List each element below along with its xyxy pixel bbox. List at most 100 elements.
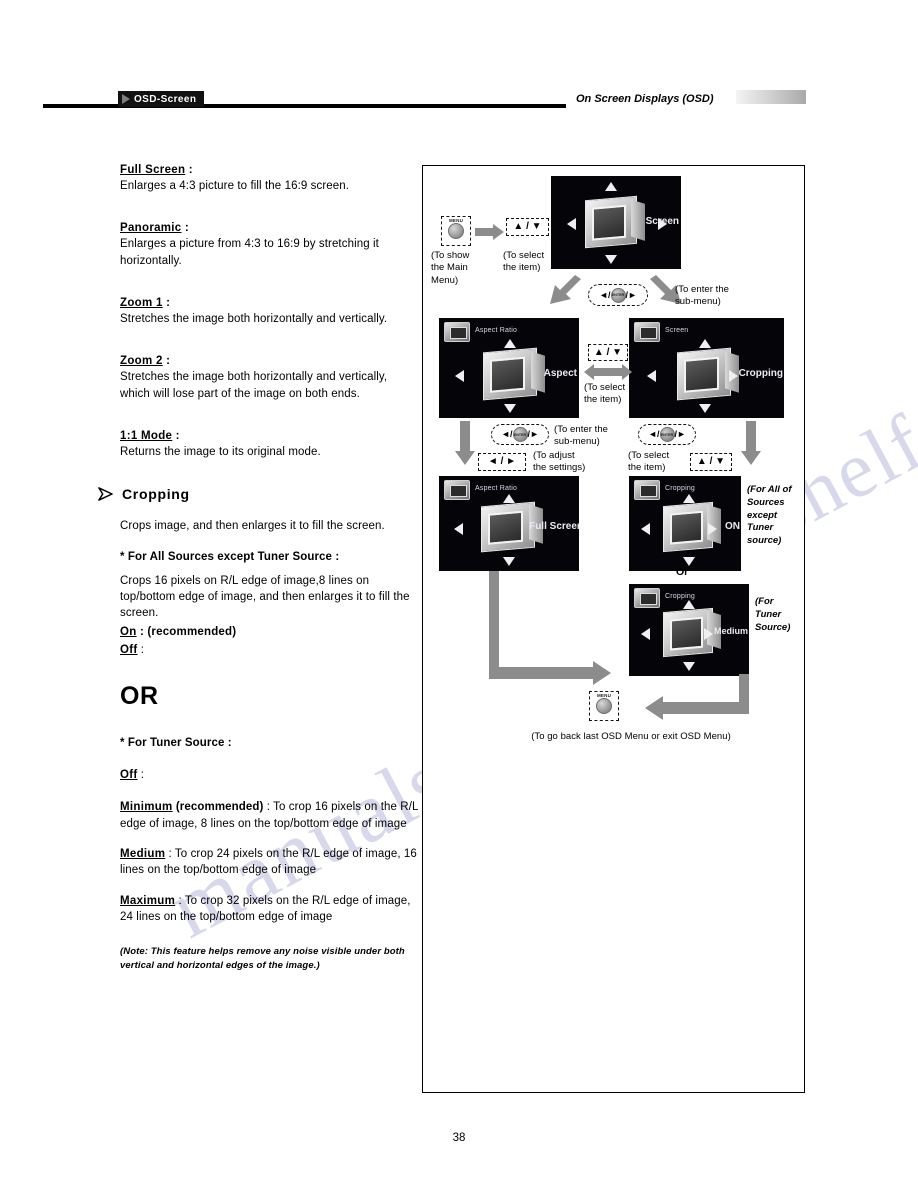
nav-up-icon: [503, 494, 515, 503]
panel-side-label: Aspect: [543, 368, 577, 379]
page-number: 38: [452, 1132, 466, 1144]
caption-enter-submenu-2: (To enter the sub-menu): [554, 424, 608, 448]
leftright-key[interactable]: ◄ / ►: [478, 453, 526, 471]
enter-knob-icon: ENTER: [659, 427, 675, 442]
caption-go-back: (To go back last OSD Menu or exit OSD Me…: [531, 731, 731, 742]
entry-body: Stretches the image both horizontally an…: [120, 371, 388, 400]
arrow-down-left-icon: [550, 275, 581, 304]
updown-key-1[interactable]: ▲ / ▼: [506, 218, 549, 236]
option-term: Minimum: [120, 801, 173, 814]
header-chapter-title: On Screen Displays (OSD): [576, 93, 714, 105]
tuner-off-value: :: [137, 768, 145, 781]
nav-left-icon: [454, 523, 463, 535]
tv-cube-icon: [663, 501, 713, 553]
menu-knob-icon: [596, 698, 612, 714]
entry-zoom-2: Zoom 2 : Stretches the image both horizo…: [120, 351, 420, 402]
nav-down-icon: [683, 662, 695, 671]
on-value: : (recommended): [136, 625, 237, 638]
or-label: Or: [676, 566, 689, 578]
enter-key-2[interactable]: ◄/ ENTER /►: [491, 424, 549, 445]
tuner-option-minimum: Minimum (recommended) : To crop 16 pixel…: [120, 799, 420, 832]
updown-key-label: ▲ / ▼: [593, 346, 623, 358]
panel-corner-label: Cropping: [665, 485, 696, 492]
arrow-down-icon: [455, 421, 475, 465]
enter-knob-label: ENTER: [660, 432, 674, 437]
entry-colon: :: [162, 296, 171, 309]
tuner-off-term: Off: [120, 768, 138, 781]
entry-term: Zoom 1: [120, 296, 163, 309]
entry-panoramic: Panoramic : Enlarges a picture from 4:3 …: [120, 218, 420, 269]
off-term: Off: [120, 643, 138, 656]
page-root: manualshelf manualshelf.com OSD-Screen O…: [0, 0, 918, 1188]
panel-corner-label: Aspect Ratio: [475, 327, 518, 334]
tuner-option-medium: Medium : To crop 24 pixels on the R/L ed…: [120, 846, 420, 879]
updown-key-3[interactable]: ▲ / ▼: [690, 453, 732, 471]
enter-knob-icon: ENTER: [512, 427, 528, 442]
all-sources-heading: * For All Sources except Tuner Source :: [120, 550, 340, 563]
menu-button-exit[interactable]: MENU: [589, 691, 619, 721]
enter-left-arrow-icon: ◄/: [648, 429, 660, 439]
entry-body: Enlarges a picture from 4:3 to 16:9 by s…: [120, 238, 379, 267]
entry-term: Full Screen: [120, 164, 186, 176]
enter-key-3[interactable]: ◄/ ENTER /►: [638, 424, 696, 445]
play-triangle-icon: [122, 94, 130, 104]
nav-up-icon: [699, 339, 711, 348]
panel-corner-label: Aspect Ratio: [475, 485, 518, 492]
nav-left-icon: [641, 523, 650, 535]
tv-cube-icon: [483, 347, 537, 401]
tv-cube-icon: [481, 501, 535, 553]
updown-key-2[interactable]: ▲ / ▼: [588, 344, 628, 361]
header-tab-label: OSD-Screen: [134, 93, 197, 105]
nav-left-icon: [455, 370, 464, 382]
header-section-tab: OSD-Screen: [118, 91, 205, 107]
nav-up-icon: [504, 339, 516, 348]
caption-for-tuner-source: (For Tuner Source): [755, 596, 791, 633]
osd-panel-aspect-ratio: Aspect Ratio Aspect: [439, 318, 579, 418]
arrow-elbow-right-icon: [645, 674, 749, 720]
caption-show-main-menu: (To show the Main Menu): [431, 250, 470, 286]
panel-side-label: Full Screen: [529, 521, 579, 532]
osd-navigation-diagram: MENU (To show the Main Menu) ▲ / ▼ (To s…: [422, 165, 805, 1093]
menu-thumb-icon: [444, 480, 470, 500]
arrow-elbow-left-icon: [489, 571, 611, 685]
on-term: On: [120, 625, 137, 638]
entry-colon: :: [181, 222, 189, 235]
menu-thumb-icon: [444, 322, 470, 342]
section-title: Cropping: [122, 486, 190, 503]
enter-knob-icon: ENTER: [610, 287, 626, 303]
entry-one-to-one-mode: 1:1 Mode : Returns the image to its orig…: [120, 426, 420, 460]
option-term-tail: (recommended): [172, 801, 264, 814]
osd-panel-cropping-medium: Cropping Medium: [629, 584, 749, 676]
caption-select-item-3: (To select the item): [628, 450, 670, 474]
osd-panel-screen-cropping: Screen Cropping: [629, 318, 784, 418]
arrow-double-horizontal-icon: [584, 364, 632, 380]
nav-down-icon: [503, 557, 515, 566]
nav-up-icon: [683, 494, 695, 503]
caption-all-sources-except-tuner: (For All of Sources except Tuner source): [747, 484, 792, 547]
entry-colon: :: [162, 355, 171, 368]
nav-down-icon: [504, 404, 516, 413]
enter-right-arrow-icon: /►: [527, 429, 539, 439]
osd-panel-screen-main: Screen: [551, 176, 681, 269]
nav-down-icon: [605, 255, 617, 264]
enter-right-arrow-icon: /►: [625, 289, 637, 300]
panel-side-label: ON: [725, 521, 740, 532]
feature-note: (Note: This feature helps remove any noi…: [120, 946, 405, 971]
menu-thumb-icon: [634, 322, 660, 342]
nav-down-icon: [699, 404, 711, 413]
enter-key-1[interactable]: ◄/ ENTER /►: [588, 284, 648, 306]
off-value: :: [137, 643, 145, 656]
entry-colon: :: [172, 429, 180, 442]
entry-zoom-1: Zoom 1 : Stretches the image both horizo…: [120, 293, 420, 327]
menu-button[interactable]: MENU: [441, 216, 471, 246]
or-separator: OR: [120, 681, 159, 710]
enter-knob-label: ENTER: [513, 432, 527, 437]
all-sources-body: Crops 16 pixels on R/L edge of image,8 l…: [120, 574, 410, 620]
menu-button-label: MENU: [448, 218, 464, 223]
entry-term: Panoramic: [120, 222, 182, 235]
enter-knob-label: ENTER: [611, 293, 625, 297]
panel-side-label: Cropping: [738, 368, 783, 379]
nav-right-icon: [729, 370, 738, 382]
updown-key-label: ▲ / ▼: [513, 221, 542, 232]
menu-thumb-icon: [634, 588, 660, 608]
